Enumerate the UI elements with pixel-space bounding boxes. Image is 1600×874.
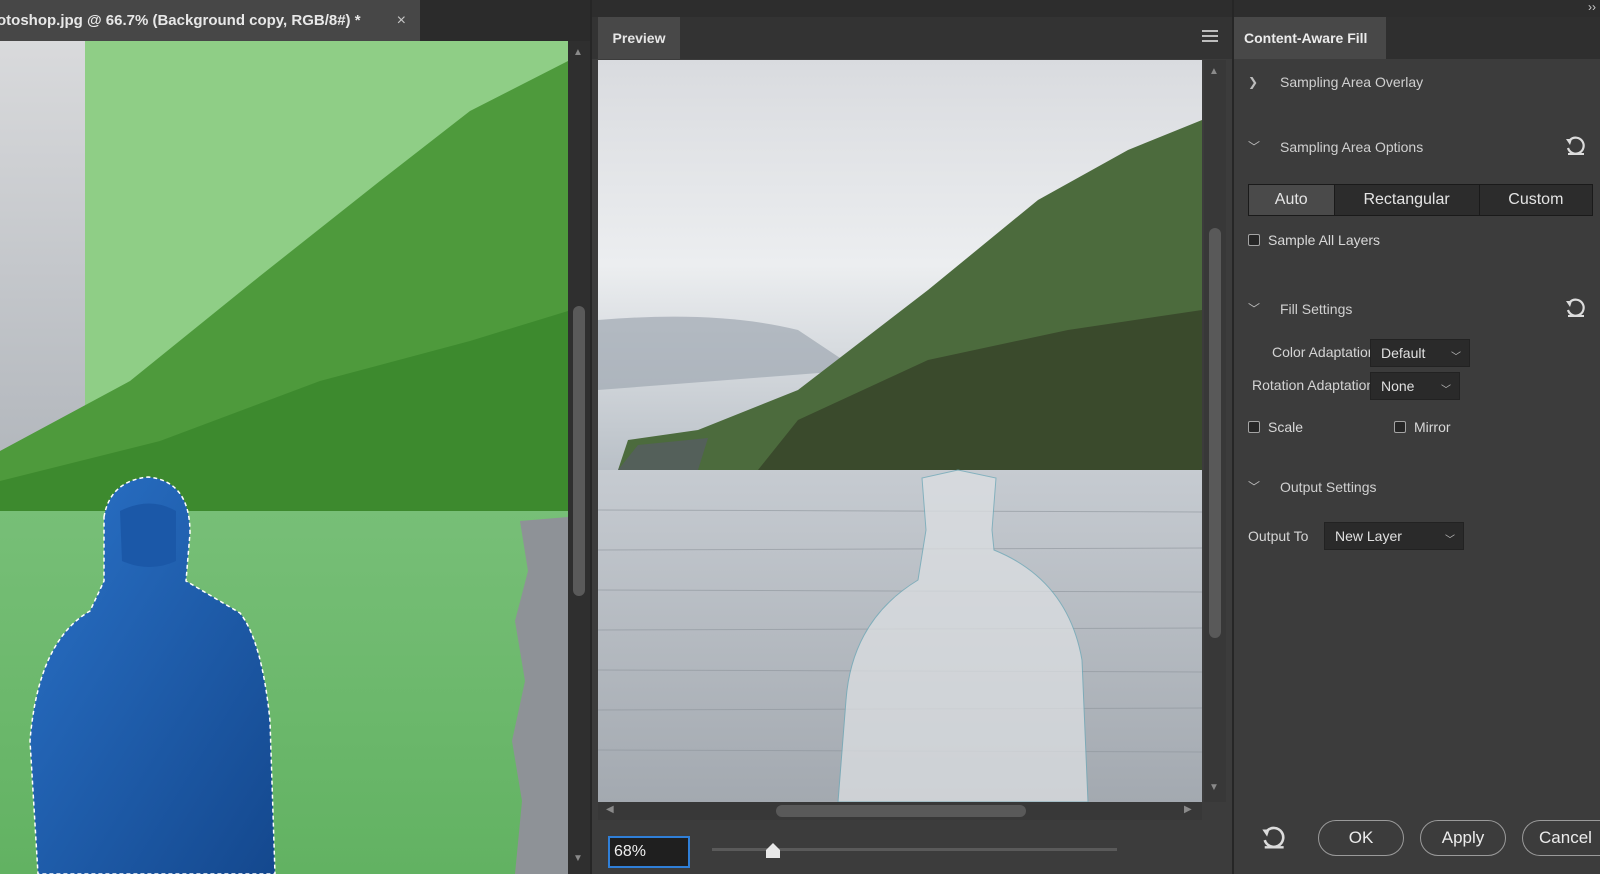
chevron-right-icon: ❯	[1248, 75, 1259, 89]
checkbox[interactable]	[1394, 421, 1406, 433]
sample-all-layers-checkbox[interactable]: Sample All Layers	[1248, 232, 1380, 248]
checkbox[interactable]	[1248, 234, 1260, 246]
rotation-adaptation-label: Rotation Adaptation	[1252, 377, 1375, 393]
checkbox-label: Scale	[1268, 419, 1304, 435]
canvas-vertical-scrollbar[interactable]: ▲ ▼	[568, 41, 590, 874]
checkbox-label: Sample All Layers	[1268, 232, 1381, 248]
close-icon[interactable]: ×	[397, 12, 406, 30]
checkbox[interactable]	[1248, 421, 1260, 433]
chevron-down-icon: ﹀	[1248, 140, 1261, 154]
dropdown-value: None	[1381, 378, 1415, 394]
segment-auto[interactable]: Auto	[1249, 185, 1335, 215]
scrollbar-thumb[interactable]	[1209, 228, 1221, 638]
scroll-up-icon[interactable]: ▲	[573, 47, 583, 58]
segment-custom[interactable]: Custom	[1479, 185, 1592, 215]
reset-icon[interactable]	[1564, 298, 1586, 320]
content-aware-fill-panel: ›› Content-Aware Fill ❯ Sampling Area Ov…	[1232, 0, 1600, 874]
sampling-area-segmented-control: Auto Rectangular Custom	[1248, 184, 1593, 216]
scale-checkbox[interactable]: Scale	[1248, 419, 1303, 435]
content-aware-fill-workspace: otoshop.jpg @ 66.7% (Background copy, RG…	[0, 0, 1600, 874]
preview-render	[598, 60, 1202, 802]
section-sampling-area-options[interactable]: ﹀ Sampling Area Options	[1248, 138, 1423, 155]
document-tab-title: otoshop.jpg @ 66.7% (Background copy, RG…	[0, 12, 361, 29]
preview-tab-bar: Preview	[592, 17, 1232, 59]
apply-button[interactable]: Apply	[1420, 820, 1506, 856]
document-canvas[interactable]	[0, 41, 568, 874]
document-tab[interactable]: otoshop.jpg @ 66.7% (Background copy, RG…	[0, 0, 420, 41]
chevron-down-icon: ﹀	[1248, 302, 1261, 316]
dropdown-value: New Layer	[1335, 528, 1402, 544]
scroll-down-icon[interactable]: ▼	[1209, 782, 1219, 793]
chevron-down-icon: ﹀	[1248, 480, 1261, 494]
reset-icon[interactable]	[1564, 136, 1586, 158]
rotation-adaptation-dropdown[interactable]: None ﹀	[1370, 372, 1460, 400]
panel-tab-bar: Content-Aware Fill	[1234, 17, 1600, 59]
preview-panel-header-strip	[592, 0, 1232, 17]
collapse-panels-icon[interactable]: ››	[1588, 0, 1596, 14]
hamburger-menu-icon[interactable]	[1202, 30, 1218, 44]
document-tab-bar: otoshop.jpg @ 66.7% (Background copy, RG…	[0, 0, 590, 41]
scrollbar-thumb[interactable]	[776, 805, 1026, 817]
scroll-down-icon[interactable]: ▼	[573, 853, 583, 864]
zoom-input[interactable]: 68%	[608, 836, 690, 868]
scroll-up-icon[interactable]: ▲	[1209, 66, 1219, 77]
scrollbar-thumb[interactable]	[573, 306, 585, 596]
tab-content-aware-fill[interactable]: Content-Aware Fill	[1234, 17, 1386, 59]
output-to-label: Output To	[1248, 528, 1309, 544]
reset-icon[interactable]	[1260, 826, 1286, 852]
cancel-button[interactable]: Cancel	[1522, 820, 1600, 856]
section-label: Sampling Area Overlay	[1280, 74, 1424, 90]
scroll-left-icon[interactable]: ◀	[606, 804, 614, 815]
checkbox-label: Mirror	[1414, 419, 1451, 435]
tab-preview[interactable]: Preview	[598, 17, 680, 59]
chevron-down-icon: ﹀	[1451, 352, 1461, 363]
section-label: Sampling Area Options	[1280, 138, 1424, 155]
color-adaptation-label: Color Adaptation	[1272, 344, 1376, 360]
preview-vertical-scrollbar[interactable]: ▲ ▼	[1204, 60, 1226, 802]
color-adaptation-dropdown[interactable]: Default ﹀	[1370, 339, 1470, 367]
mirror-checkbox[interactable]: Mirror	[1394, 419, 1451, 435]
panel-header-strip: ››	[1234, 0, 1600, 17]
section-label: Output Settings	[1280, 478, 1377, 495]
output-to-dropdown[interactable]: New Layer ﹀	[1324, 522, 1464, 550]
dropdown-value: Default	[1381, 345, 1426, 361]
section-label: Fill Settings	[1280, 300, 1353, 317]
preview-horizontal-scrollbar[interactable]: ◀ ▶	[598, 802, 1202, 820]
chevron-down-icon: ﹀	[1441, 385, 1451, 396]
scroll-right-icon[interactable]: ▶	[1184, 804, 1192, 815]
chevron-down-icon: ﹀	[1445, 535, 1455, 546]
preview-image[interactable]	[598, 60, 1202, 802]
segment-rectangular[interactable]: Rectangular	[1334, 185, 1480, 215]
section-sampling-area-overlay[interactable]: ❯ Sampling Area Overlay	[1248, 74, 1423, 90]
section-fill-settings[interactable]: ﹀ Fill Settings	[1248, 300, 1352, 317]
preview-panel: Preview ▲ ▼ ◀ ▶ 68%	[590, 0, 1232, 874]
canvas-image	[0, 41, 568, 874]
section-output-settings[interactable]: ﹀ Output Settings	[1248, 478, 1377, 495]
ok-button[interactable]: OK	[1318, 820, 1404, 856]
